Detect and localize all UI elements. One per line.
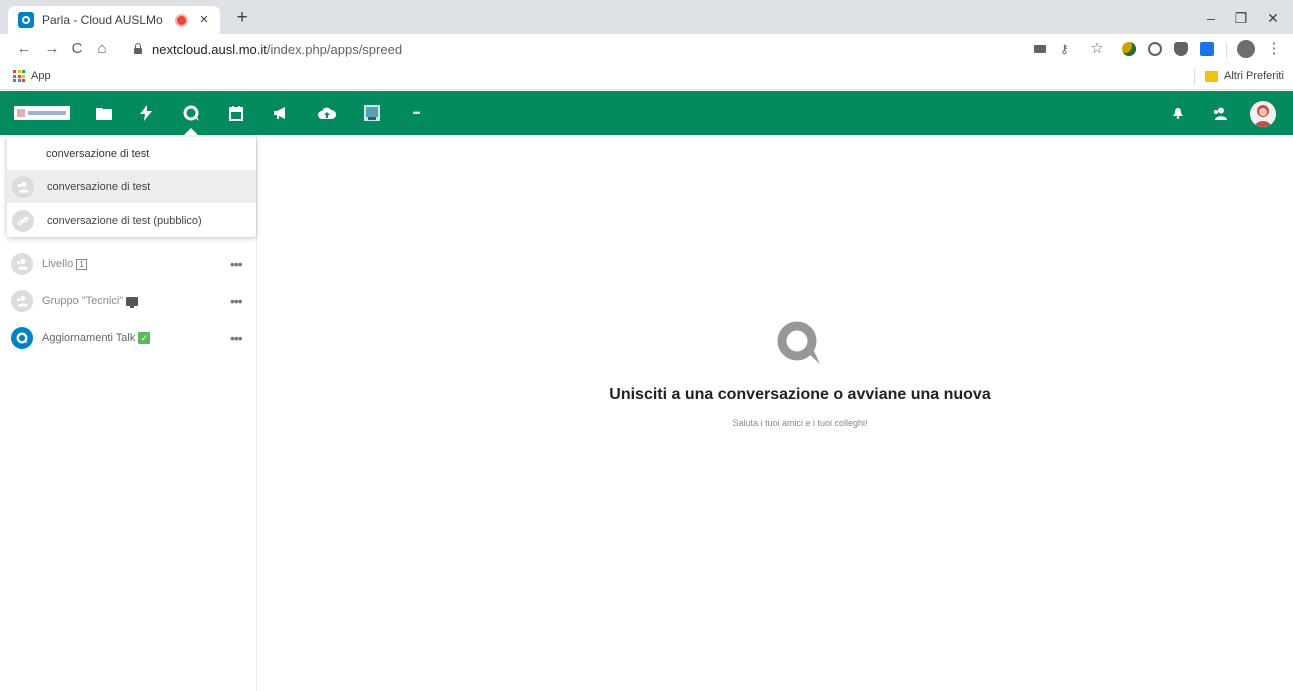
calendar-icon[interactable] [226, 103, 246, 123]
toolbar-divider [1226, 42, 1227, 58]
bookmarks-bar: App Altri Preferiti [0, 64, 1293, 90]
conversation-more-button[interactable]: ••• [230, 256, 243, 272]
window-minimize-button[interactable]: – [1196, 8, 1226, 28]
empty-state-title: Unisciti a una conversazione o avviane u… [609, 386, 991, 403]
tab-title: Parla - Cloud AUSLMo [42, 13, 163, 27]
talk-icon [11, 327, 33, 349]
search-result-item[interactable]: conversazione di test (pubblico) [7, 204, 256, 237]
talk-favicon-icon [18, 12, 34, 28]
extension-nox-icon[interactable] [1200, 42, 1214, 56]
browser-tab-strip: Parla - Cloud AUSLMo × + – ❐ ✕ [0, 0, 1293, 34]
extension-globe-icon[interactable] [1122, 42, 1136, 56]
conversation-item[interactable]: Gruppo "Tecnici" ••• [0, 283, 257, 319]
conversation-more-button[interactable]: ••• [230, 293, 243, 309]
window-restore-button[interactable]: ❐ [1226, 8, 1256, 28]
group-icon [11, 290, 33, 312]
home-button[interactable]: ⌂ [92, 39, 112, 59]
talk-icon[interactable] [181, 103, 201, 123]
announcements-icon[interactable] [271, 103, 291, 123]
bookmark-star-button[interactable]: ☆ [1087, 39, 1107, 59]
more-apps-icon[interactable]: ••• [406, 103, 426, 123]
key-icon[interactable]: ⚷ [1060, 42, 1076, 56]
block-icon[interactable] [1148, 42, 1162, 56]
conversation-item[interactable]: Aggiornamenti Talk ✓ ••• [0, 320, 257, 356]
check-badge-icon: ✓ [138, 332, 151, 344]
active-app-indicator [184, 128, 198, 135]
conversation-name: Gruppo "Tecnici" [42, 295, 139, 308]
cloud-upload-icon[interactable] [317, 103, 337, 123]
browser-menu-button[interactable]: ⋮ [1264, 39, 1284, 59]
empty-state-subtitle: Saluta i tuoi amici e i tuoi colleghi! [732, 418, 868, 428]
link-icon [12, 209, 34, 232]
activity-icon[interactable] [136, 103, 156, 123]
profile-avatar-icon[interactable] [1237, 40, 1255, 58]
user-avatar[interactable] [1250, 101, 1276, 127]
talk-logo-icon [776, 320, 822, 366]
other-bookmarks-folder[interactable]: Altri Preferiti [1224, 70, 1284, 82]
files-icon[interactable] [94, 103, 114, 123]
url-host: nextcloud.ausl.mo.it [152, 42, 267, 57]
apps-grid-icon[interactable] [13, 70, 25, 82]
lock-icon [134, 43, 142, 54]
reload-button[interactable]: C [67, 39, 87, 59]
conversation-search-input[interactable] [7, 137, 256, 170]
window-close-button[interactable]: ✕ [1258, 8, 1288, 28]
contacts-icon[interactable] [1210, 103, 1230, 123]
search-result-label: conversazione di test [47, 180, 151, 193]
conversation-more-button[interactable]: ••• [230, 330, 243, 346]
search-result-label: conversazione di test (pubblico) [47, 214, 202, 227]
conversation-item[interactable]: Livello 1 ••• [0, 246, 257, 282]
notifications-bell-icon[interactable] [1168, 103, 1188, 123]
search-result-item[interactable]: conversazione di test [7, 170, 256, 203]
camera-icon[interactable] [1034, 45, 1046, 53]
tab-close-button[interactable]: × [196, 12, 212, 28]
forward-button[interactable]: → [42, 39, 62, 59]
folder-icon [1205, 71, 1218, 82]
url-path: /index.php/apps/spreed [266, 42, 403, 57]
level-badge: 1 [76, 258, 88, 270]
back-button[interactable]: ← [14, 39, 34, 59]
browser-tab[interactable]: Parla - Cloud AUSLMo × [8, 6, 220, 34]
browser-toolbar: ← → C ⌂ nextcloud.ausl.mo.it/index.php/a… [0, 34, 1293, 64]
bookmark-divider [1194, 69, 1195, 85]
conversation-name: Aggiornamenti Talk ✓ [42, 332, 151, 344]
group-icon [12, 175, 34, 198]
group-icon [11, 253, 33, 275]
monitor-icon [126, 296, 139, 308]
address-bar[interactable]: nextcloud.ausl.mo.it/index.php/apps/spre… [152, 42, 402, 57]
new-tab-button[interactable]: + [232, 8, 252, 29]
whiteboard-icon[interactable] [362, 103, 382, 123]
ausl-logo[interactable] [14, 106, 70, 120]
apps-bookmark[interactable]: App [31, 70, 51, 82]
conversation-name: Livello 1 [42, 258, 88, 270]
shield-icon[interactable] [1174, 42, 1188, 56]
recording-indicator-icon [177, 15, 186, 25]
conversation-search-popover: conversazione di test conversazione di t… [7, 137, 256, 237]
